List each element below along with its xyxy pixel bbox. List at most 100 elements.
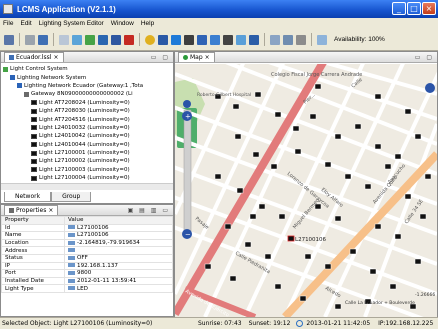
tree-node-light[interactable]: Light L24010032 (Luminosity=0) <box>3 124 173 132</box>
tree-node-gateway[interactable]: Gateway 8N09000000000000002 (Li <box>3 90 173 98</box>
tab-map[interactable]: Map × <box>178 52 215 62</box>
light-marker[interactable] <box>354 123 362 130</box>
signal-icon[interactable] <box>249 34 259 45</box>
delete-icon[interactable] <box>124 34 134 45</box>
add-icon[interactable] <box>85 34 95 45</box>
light-marker[interactable] <box>334 133 342 140</box>
undo-icon[interactable] <box>59 34 69 45</box>
light-marker[interactable] <box>369 268 377 275</box>
light-marker[interactable] <box>252 151 260 158</box>
tree-node-network[interactable]: Lighting Network System <box>3 73 173 81</box>
close-tab-icon[interactable]: × <box>205 54 210 61</box>
menu-help[interactable]: Help <box>141 20 154 27</box>
tree-node-light[interactable]: Light L27100004 (Luminosity=0) <box>3 174 173 182</box>
map-panel-controls[interactable]: ▭ ▢ <box>415 54 437 61</box>
tree-node-light[interactable]: Light L27100001 (Luminosity=0) <box>3 149 173 157</box>
menu-file[interactable]: File <box>3 20 13 27</box>
settings-icon[interactable] <box>210 34 220 45</box>
light-marker[interactable] <box>394 153 402 160</box>
light-marker[interactable] <box>414 133 422 140</box>
lightbulb-icon[interactable] <box>145 34 155 45</box>
light-marker[interactable] <box>419 213 427 220</box>
tree-node-light[interactable]: Light L27100002 (Luminosity=0) <box>3 157 173 165</box>
light-marker[interactable] <box>424 173 432 180</box>
light-marker[interactable] <box>292 125 300 132</box>
map-icon[interactable] <box>270 34 280 45</box>
tree-node-light[interactable]: Light L24010044 (Luminosity=0) <box>3 141 173 149</box>
save-all-icon[interactable] <box>38 34 48 45</box>
tree-node-light[interactable]: Light AT7208024 (Luminosity=0) <box>3 99 173 107</box>
property-row[interactable]: Installed Date 2012-01-11 13:59:41 <box>0 276 173 286</box>
column-header-property[interactable]: Property <box>0 216 66 225</box>
light-marker[interactable] <box>278 213 286 220</box>
tree-node-light[interactable]: Light AT7208030 (Luminosity=0) <box>3 107 173 115</box>
property-row[interactable]: IP 192.168.1.137 <box>0 261 173 271</box>
light-marker[interactable] <box>364 183 372 190</box>
tree-root[interactable]: Light Control System <box>3 65 173 73</box>
gear-icon[interactable] <box>184 34 194 45</box>
refresh-icon[interactable] <box>72 34 82 45</box>
minimize-button[interactable]: _ <box>392 2 406 15</box>
maximize-button[interactable]: □ <box>407 2 421 15</box>
light-marker[interactable] <box>299 295 307 302</box>
light-marker[interactable] <box>309 113 317 120</box>
new-icon[interactable] <box>4 34 14 45</box>
menu-lighting-system-editor[interactable]: Lighting System Editor <box>39 20 104 27</box>
copy-icon[interactable] <box>98 34 108 45</box>
selected-light-marker[interactable] <box>287 235 295 242</box>
light-marker[interactable] <box>334 303 342 310</box>
tree-node-light[interactable]: Light L27100003 (Luminosity=0) <box>3 166 173 174</box>
light-marker[interactable] <box>214 173 222 180</box>
network-icon[interactable] <box>171 34 181 45</box>
close-tab-icon[interactable]: × <box>48 207 53 214</box>
light-marker[interactable] <box>389 283 397 290</box>
light-marker[interactable] <box>274 283 282 290</box>
tree-node-light[interactable]: Light L24010042 (Luminosity=0) <box>3 132 173 140</box>
bar-chart-icon[interactable] <box>317 34 327 45</box>
light-marker[interactable] <box>374 93 382 100</box>
tab-properties[interactable]: Properties × <box>4 205 59 215</box>
panel-controls[interactable]: ▭ ▢ <box>151 54 173 61</box>
light-marker[interactable] <box>344 173 352 180</box>
light-marker[interactable] <box>270 163 278 170</box>
tab-network[interactable]: Network <box>4 192 52 202</box>
property-row[interactable]: Status OFF <box>0 253 173 263</box>
light-marker[interactable] <box>374 143 382 150</box>
light-marker[interactable] <box>414 258 422 265</box>
property-row[interactable]: Port 9800 <box>0 269 173 278</box>
property-row[interactable]: Location -2.164819,-79.919634 <box>0 238 173 248</box>
column-header-value[interactable]: Value <box>64 216 173 225</box>
tab-ecuador-lssl[interactable]: Ecuador.lssl × <box>4 52 64 62</box>
light-marker[interactable] <box>224 223 232 230</box>
menu-window[interactable]: Window <box>111 20 134 27</box>
search-icon[interactable] <box>158 34 168 45</box>
light-marker[interactable] <box>236 187 244 194</box>
light-marker[interactable] <box>234 133 242 140</box>
light-marker[interactable] <box>394 233 402 240</box>
property-row[interactable]: Address <box>0 246 173 255</box>
light-marker[interactable] <box>294 148 302 155</box>
pan-control-icon[interactable] <box>425 83 435 93</box>
light-marker[interactable] <box>204 263 212 270</box>
menu-edit[interactable]: Edit <box>20 20 31 27</box>
tree-node-light[interactable]: Light AT7204516 (Luminosity=0) <box>3 115 173 123</box>
tree-node-network[interactable]: Lighting Network Ecuador (Gateway:1 ,Tot… <box>3 82 173 90</box>
light-marker[interactable] <box>232 103 240 110</box>
device-icon[interactable] <box>111 34 121 45</box>
light-marker[interactable] <box>264 253 272 260</box>
close-tab-icon[interactable]: × <box>53 54 58 61</box>
star-icon[interactable] <box>197 34 207 45</box>
light-marker[interactable] <box>229 275 237 282</box>
properties-controls[interactable]: ▣ ▤ ▥ ▭ <box>128 207 173 214</box>
light-marker[interactable] <box>404 193 412 200</box>
light-marker[interactable] <box>334 215 342 222</box>
property-row[interactable]: Id L27100106 <box>0 223 173 233</box>
light-marker[interactable] <box>314 83 322 90</box>
property-row[interactable]: Name L27100106 <box>0 231 173 240</box>
property-row[interactable]: Light Type LED <box>0 284 173 293</box>
light-marker[interactable] <box>244 241 252 248</box>
tools-icon[interactable] <box>296 34 306 45</box>
save-icon[interactable] <box>25 34 35 45</box>
map-canvas[interactable]: Colegio Fiscal Jorge Carrera Andrade Cal… <box>175 64 437 317</box>
light-marker[interactable] <box>304 253 312 260</box>
